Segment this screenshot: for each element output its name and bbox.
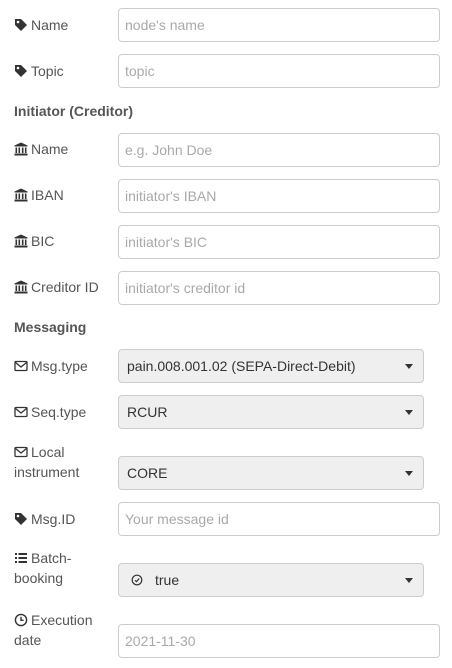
node-name-input[interactable] [118, 8, 440, 42]
batch-booking-select[interactable]: true [118, 563, 424, 597]
local-instrument-select[interactable]: CORE [118, 456, 424, 490]
local-instrument-row: Local instrument CORE [14, 441, 440, 491]
execution-date-row: Execution date [14, 610, 440, 660]
tag-icon [14, 64, 28, 78]
iban-row: IBAN [14, 179, 440, 213]
bic-row: BIC [14, 225, 440, 259]
topic-label: Topic [31, 63, 64, 79]
seq-type-label-wrap: Seq.type [14, 402, 114, 422]
topic-row: Topic [14, 54, 440, 88]
seq-type-value: RCUR [127, 404, 168, 420]
batch-booking-row: Batch- booking true [14, 548, 440, 598]
execution-date-input[interactable] [118, 624, 440, 658]
messaging-heading: Messaging [14, 319, 87, 335]
initiator-name-input[interactable] [118, 133, 440, 167]
radio-icon [131, 574, 143, 586]
local-instrument-label-line1: Local [31, 444, 65, 460]
seq-type-select[interactable]: RCUR [118, 395, 424, 429]
msg-type-value: pain.008.001.02 (SEPA-Direct-Debit) [127, 358, 356, 374]
initiator-name-label-wrap: Name [14, 139, 114, 159]
local-instrument-label-wrap: Local instrument [14, 442, 114, 482]
msg-id-label-wrap: Msg.ID [14, 509, 114, 529]
creditor-id-label: Creditor ID [31, 279, 99, 295]
local-instrument-value: CORE [127, 465, 168, 481]
caret-down-icon [405, 410, 413, 415]
caret-down-icon [405, 471, 413, 476]
list-icon [14, 551, 28, 565]
msg-type-label: Msg.type [31, 358, 88, 374]
iban-label: IBAN [31, 187, 64, 203]
seq-type-label: Seq.type [31, 404, 87, 420]
msg-id-row: Msg.ID [14, 502, 440, 536]
bic-label: BIC [31, 233, 55, 249]
bank-icon [14, 142, 28, 156]
envelope-icon [14, 405, 28, 419]
creditor-id-row: Creditor ID [14, 271, 440, 305]
envelope-icon [14, 445, 28, 459]
execution-date-label-wrap: Execution date [14, 610, 114, 650]
bank-icon [14, 234, 28, 248]
caret-down-icon [405, 364, 413, 369]
seq-type-row: Seq.type RCUR [14, 395, 440, 429]
iban-label-wrap: IBAN [14, 185, 114, 205]
msg-id-label: Msg.ID [31, 511, 76, 527]
iban-input[interactable] [118, 179, 440, 213]
topic-input[interactable] [118, 54, 440, 88]
batch-booking-label-line1: Batch- [31, 550, 72, 566]
bic-input[interactable] [118, 225, 440, 259]
bank-icon [14, 188, 28, 202]
initiator-name-row: Name [14, 133, 440, 167]
batch-booking-label-wrap: Batch- booking [14, 548, 114, 588]
tag-icon [14, 512, 28, 526]
msg-type-label-wrap: Msg.type [14, 356, 114, 376]
name-label: Name [31, 17, 69, 33]
envelope-icon [14, 359, 28, 373]
batch-booking-label-line2: booking [14, 570, 64, 586]
topic-label-wrap: Topic [14, 61, 114, 81]
clock-icon [14, 613, 28, 627]
execution-date-label-line2: date [14, 632, 42, 648]
msg-id-input[interactable] [118, 502, 440, 536]
name-row: Name [14, 8, 440, 42]
bic-label-wrap: BIC [14, 231, 114, 251]
initiator-name-label: Name [31, 141, 69, 157]
caret-down-icon [405, 578, 413, 583]
msg-type-row: Msg.type pain.008.001.02 (SEPA-Direct-De… [14, 349, 440, 383]
msg-type-select[interactable]: pain.008.001.02 (SEPA-Direct-Debit) [118, 349, 424, 383]
local-instrument-label-line2: instrument [14, 464, 80, 480]
tag-icon [14, 18, 28, 32]
initiator-heading: Initiator (Creditor) [14, 103, 133, 119]
execution-date-label-line1: Execution [31, 612, 93, 628]
creditor-id-label-wrap: Creditor ID [14, 277, 118, 297]
creditor-id-input[interactable] [118, 271, 440, 305]
bank-icon [14, 280, 28, 294]
batch-booking-value: true [155, 572, 180, 588]
name-label-wrap: Name [14, 15, 114, 35]
